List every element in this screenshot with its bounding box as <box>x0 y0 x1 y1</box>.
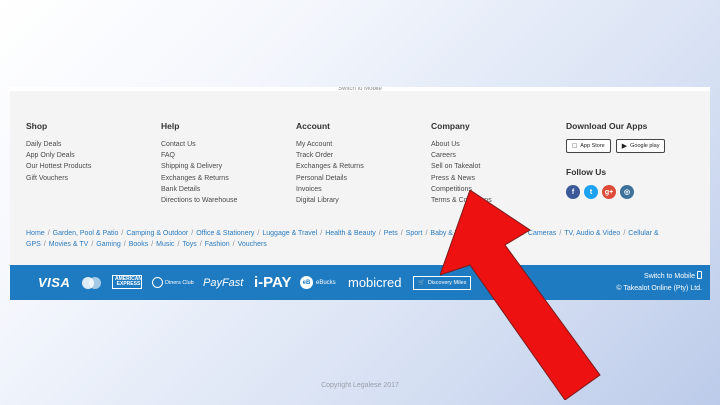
column-shop: Shop Daily Deals App Only Deals Our Hott… <box>26 121 156 184</box>
play-icon: ▶ <box>622 143 627 150</box>
category-link[interactable]: Luggage & Travel <box>262 230 317 237</box>
bar-right-info: Switch to Mobile © Takealot Online (Pty)… <box>616 271 702 295</box>
category-link[interactable]: Fashion <box>205 241 230 248</box>
apps-heading: Download Our Apps <box>566 121 648 131</box>
footer-link[interactable]: Sell on Takealot <box>431 161 561 172</box>
payfast-logo: PayFast <box>203 276 244 289</box>
category-link[interactable]: Camping & Outdoor <box>126 230 188 237</box>
ipay-logo: i-PAY <box>254 274 292 291</box>
store-buttons:  App Store ▶ Google play <box>566 139 706 153</box>
amex-logo: AMERICAN EXPRESS <box>112 275 142 289</box>
footer-link[interactable]: Digital Library <box>296 195 426 206</box>
column-help: Help Contact Us FAQ Shipping & Delivery … <box>161 121 291 206</box>
footer-link[interactable]: Contact Us <box>161 139 291 150</box>
mastercard-logo <box>82 265 101 300</box>
footer-link[interactable]: About Us <box>431 139 561 150</box>
footer-link[interactable]: Daily Deals <box>26 139 156 150</box>
category-link[interactable]: Health & Beauty <box>325 230 376 237</box>
switch-label: Switch to Mobile <box>644 273 695 280</box>
separator: / <box>257 230 260 237</box>
footer-link[interactable]: Invoices <box>296 184 426 195</box>
diners-club-logo: Diners Club <box>152 265 194 300</box>
column-apps: Download Our Apps  App Store ▶ Google p… <box>566 121 706 199</box>
footer-link[interactable]: FAQ <box>161 150 291 161</box>
footer-link[interactable]: Exchanges & Returns <box>161 173 291 184</box>
ebucks-badge: eB <box>300 276 313 289</box>
column-account: Account My Account Track Order Exchanges… <box>296 121 426 206</box>
footer-link[interactable]: Shipping & Delivery <box>161 161 291 172</box>
app-store-label: App Store <box>575 143 604 149</box>
instagram-icon[interactable]: ◎ <box>620 185 634 199</box>
slide-footer: Copyright Legalese 2017 <box>321 382 399 389</box>
red-arrow-annotation <box>440 190 601 400</box>
category-link[interactable]: Music <box>156 241 174 248</box>
category-link[interactable]: Pets <box>384 230 398 237</box>
copyright-text: © Takealot Online (Pty) Ltd. <box>616 285 702 292</box>
separator: / <box>400 230 403 237</box>
footer-link[interactable]: App Only Deals <box>26 150 156 161</box>
footer-link[interactable]: Directions to Warehouse <box>161 195 291 206</box>
category-link[interactable]: Office & Stationery <box>196 230 254 237</box>
category-link[interactable]: Books <box>129 241 148 248</box>
separator: / <box>123 240 126 248</box>
footer-link[interactable]: Our Hottest Products <box>26 161 156 172</box>
footer-link[interactable]: Track Order <box>296 150 426 161</box>
footer-link[interactable]: Press & News <box>431 173 561 184</box>
separator: / <box>425 230 428 237</box>
separator: / <box>43 240 46 248</box>
apple-icon:  <box>572 143 577 150</box>
category-link[interactable]: Garden, Pool & Patio <box>53 230 119 237</box>
category-link[interactable]: Toys <box>182 241 196 248</box>
column-heading: Shop <box>26 121 48 131</box>
app-store-button[interactable]:  App Store <box>566 139 611 153</box>
category-link[interactable]: Sport <box>406 230 423 237</box>
switch-to-mobile-link[interactable]: Switch to Mobile <box>616 271 702 283</box>
separator: / <box>121 230 124 237</box>
phone-icon <box>697 271 702 279</box>
footer-link[interactable]: Personal Details <box>296 173 426 184</box>
separator: / <box>91 240 94 248</box>
separator: / <box>199 240 202 248</box>
switch-to-mobile-top[interactable]: Switch to Mobile <box>10 87 710 91</box>
category-link[interactable]: Home <box>26 230 45 237</box>
ebucks-logo: eB eBucks <box>300 265 336 300</box>
separator: / <box>151 240 154 248</box>
footer-link[interactable]: Exchanges & Returns <box>296 161 426 172</box>
ebucks-label: eBucks <box>316 279 336 286</box>
separator: / <box>191 230 194 237</box>
footer-link[interactable]: Careers <box>431 150 561 161</box>
separator: / <box>47 230 50 237</box>
footer-link[interactable]: Gift Vouchers <box>26 173 156 184</box>
category-link[interactable]: Vouchers <box>238 241 267 248</box>
mobicred-logo: mobicred <box>348 275 402 290</box>
footer-link[interactable]: My Account <box>296 139 426 150</box>
footer-link[interactable]: Bank Details <box>161 184 291 195</box>
column-heading: Account <box>296 121 330 131</box>
column-heading: Company <box>431 121 470 131</box>
separator: / <box>177 240 180 248</box>
column-heading: Help <box>161 121 180 131</box>
category-link[interactable]: Gaming <box>96 241 121 248</box>
diners-label: Diners Club <box>165 279 194 286</box>
separator: / <box>378 230 381 237</box>
separator: / <box>232 240 235 248</box>
google-play-label: Google play <box>624 143 659 149</box>
cart-icon: 🛒 <box>418 280 425 286</box>
follow-heading: Follow Us <box>566 167 607 177</box>
separator: / <box>623 230 626 237</box>
category-link[interactable]: Movies & TV <box>49 241 89 248</box>
separator: / <box>320 230 323 237</box>
visa-logo: VISA <box>38 275 71 290</box>
google-play-button[interactable]: ▶ Google play <box>615 139 666 153</box>
